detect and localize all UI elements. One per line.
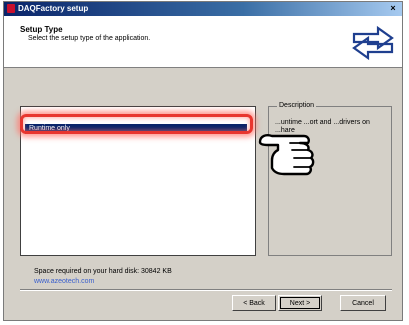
next-button[interactable]: Next >	[278, 295, 322, 311]
selection-highlight-frame	[20, 114, 253, 134]
cancel-button[interactable]: Cancel	[340, 295, 386, 311]
page-title: Setup Type	[20, 25, 63, 34]
page-subtitle: Select the setup type of the application…	[28, 35, 151, 42]
window-title: DAQFactory setup	[18, 4, 89, 13]
setup-arrows-icon	[349, 21, 397, 63]
space-required-text: Space required on your hard disk: 30842 …	[34, 268, 172, 275]
button-separator	[20, 289, 392, 291]
close-icon[interactable]: ×	[387, 3, 399, 14]
wizard-header: Setup Type Select the setup type of the …	[4, 16, 402, 68]
website-link[interactable]: www.azeotech.com	[34, 278, 94, 285]
setup-window: DAQFactory setup × Setup Type Select the…	[3, 1, 403, 321]
pointing-hand-icon	[258, 134, 315, 176]
title-bar: DAQFactory setup ×	[4, 2, 402, 16]
app-icon	[7, 4, 15, 13]
back-button[interactable]: < Back	[232, 295, 276, 311]
description-legend: Description	[277, 102, 317, 109]
